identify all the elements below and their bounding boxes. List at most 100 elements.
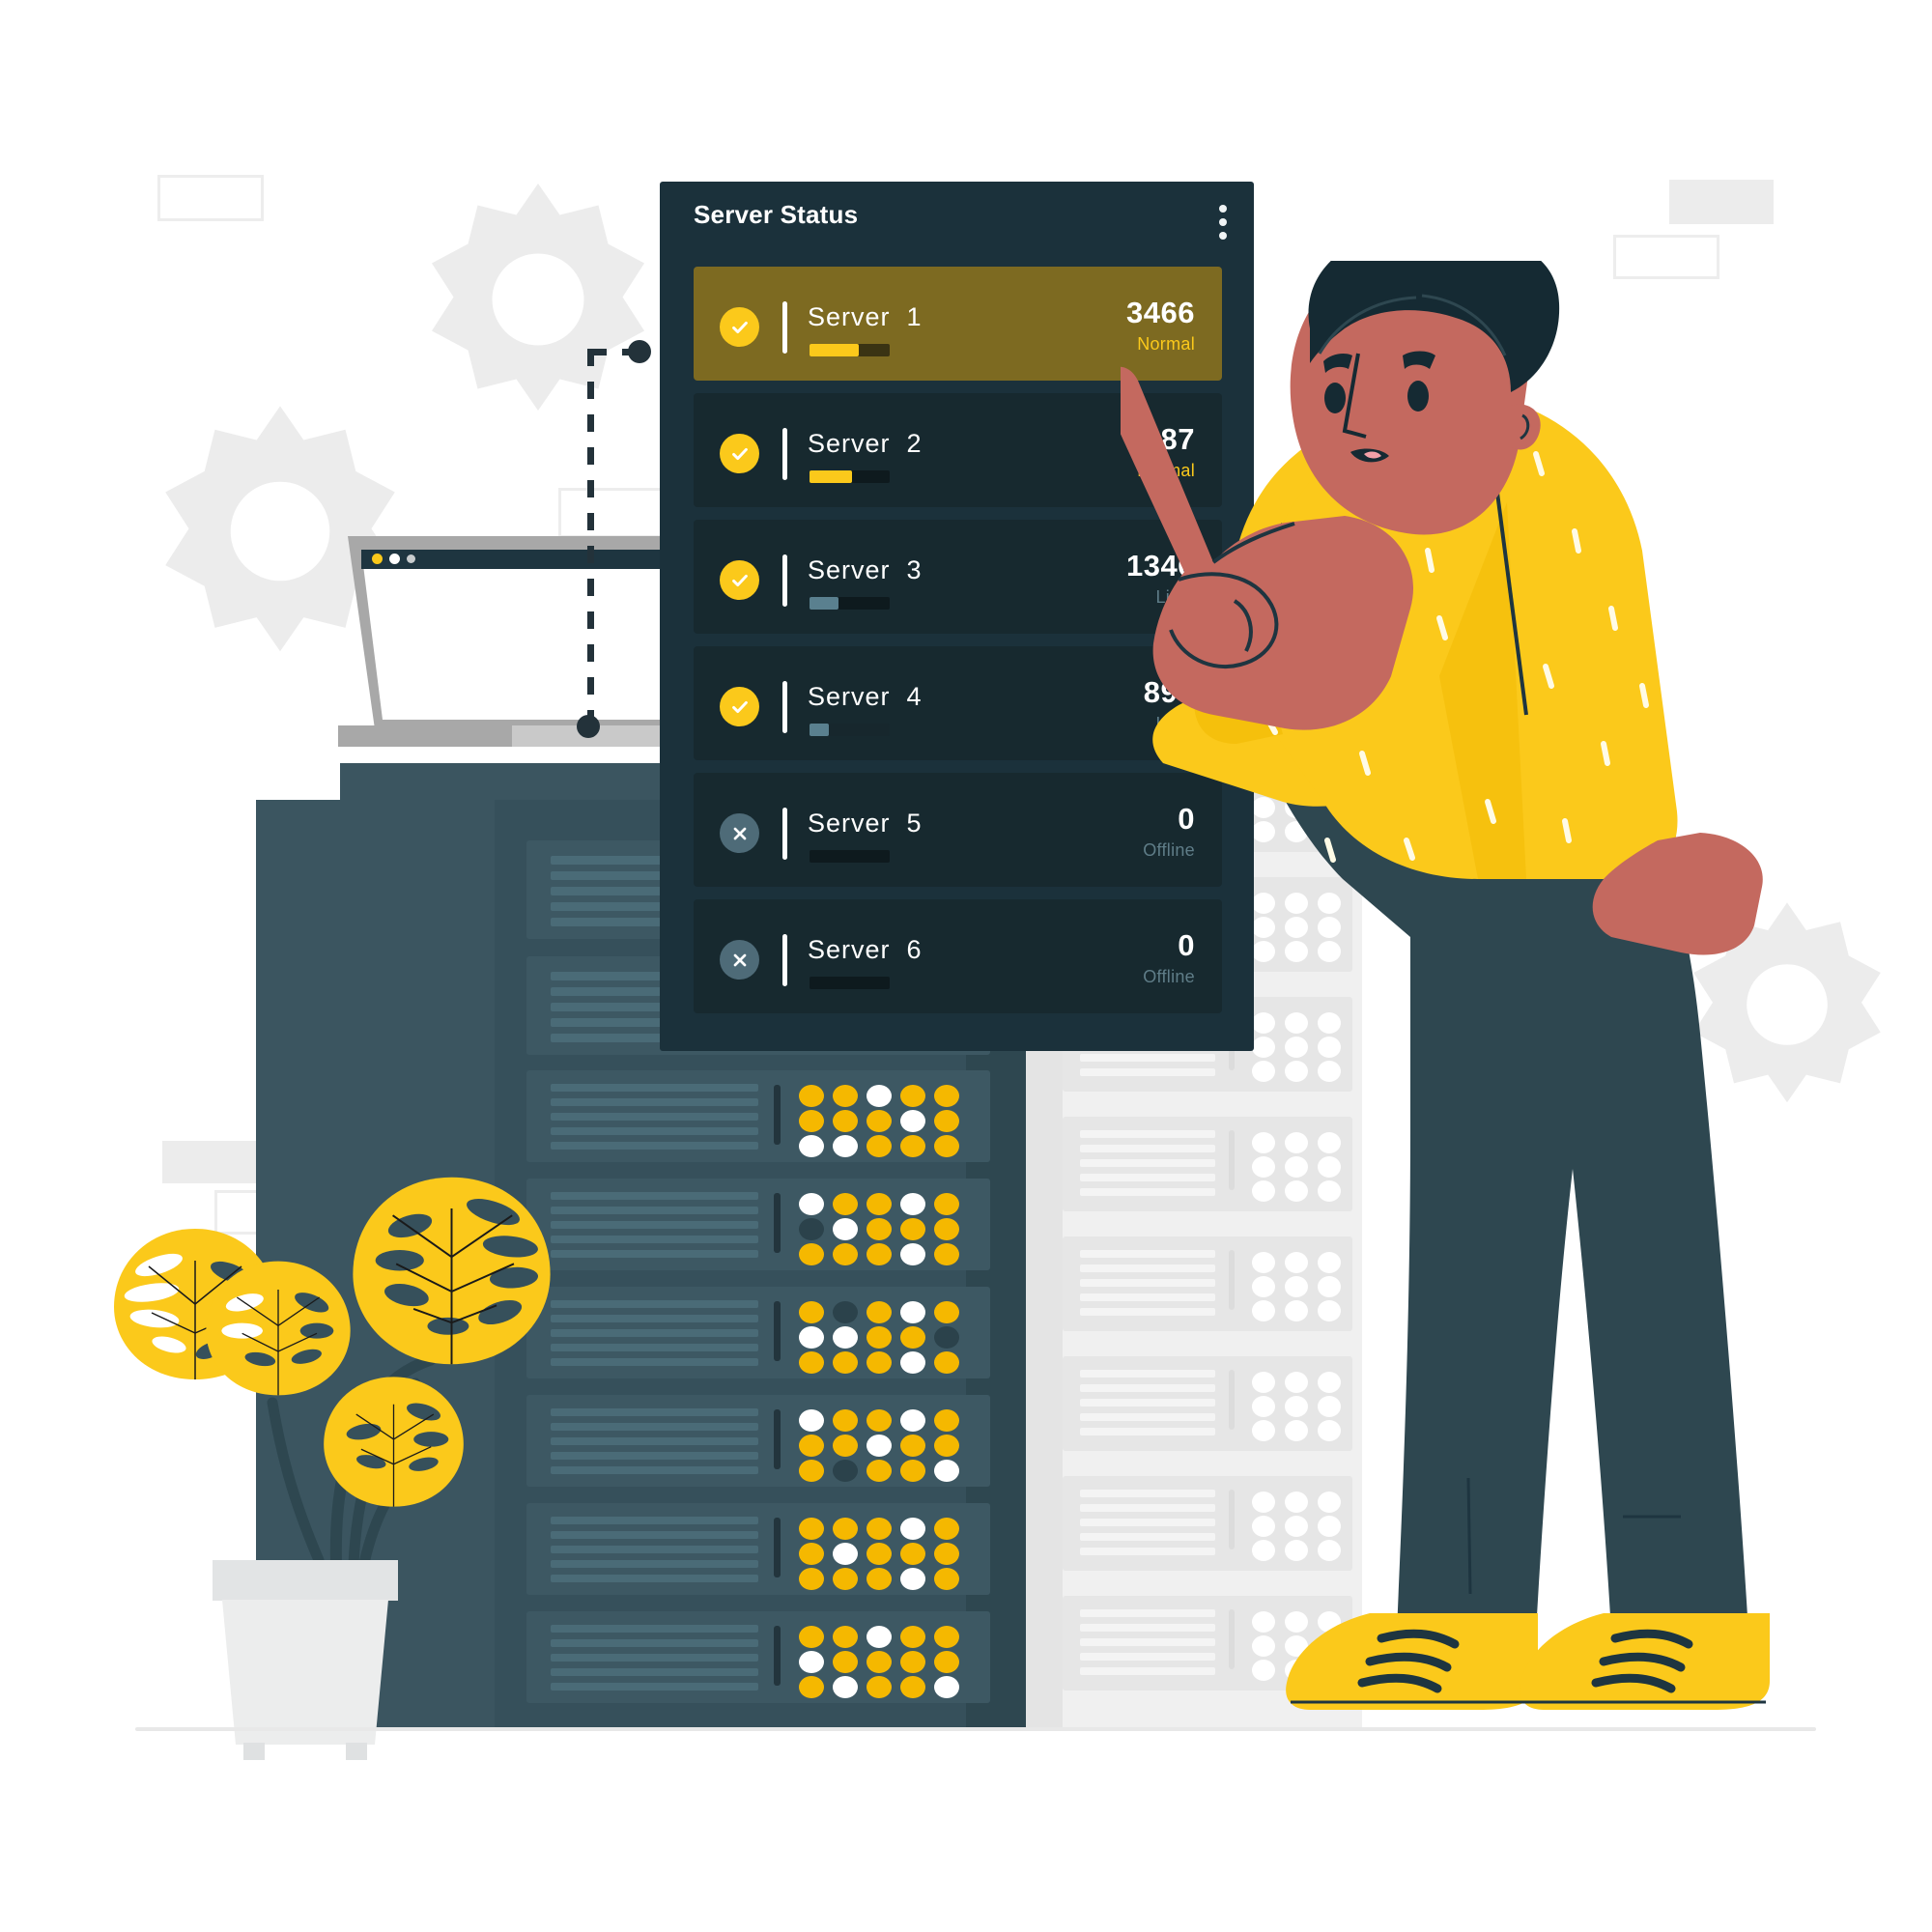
rack-led — [833, 1568, 858, 1590]
rack-led — [867, 1435, 892, 1457]
rack-led — [867, 1193, 892, 1215]
rack-led — [900, 1085, 925, 1107]
rack-led — [833, 1543, 858, 1565]
rack-led — [900, 1676, 925, 1698]
rack-divider — [774, 1193, 781, 1253]
rack-led — [900, 1193, 925, 1215]
rack-led — [867, 1676, 892, 1698]
rack-led — [934, 1460, 959, 1482]
rack-led — [934, 1110, 959, 1132]
row-divider — [782, 428, 787, 480]
rack-divider — [774, 1518, 781, 1577]
rack-led — [799, 1626, 824, 1648]
rack-led — [833, 1135, 858, 1157]
illustration-canvas: Server Status Server 1 3466 Normal Server 2… — [0, 0, 1932, 1932]
rack-led — [799, 1651, 824, 1673]
rack-led — [867, 1518, 892, 1540]
check-icon — [720, 434, 759, 473]
rack-led — [934, 1651, 959, 1673]
rack-led — [799, 1301, 824, 1323]
rack-divider — [774, 1301, 781, 1361]
rack-led — [900, 1651, 925, 1673]
deco-box-top-right — [1669, 180, 1774, 224]
laptop-window-dot-grey — [407, 554, 415, 563]
rack-led — [867, 1301, 892, 1323]
rack-led — [833, 1243, 858, 1265]
rack-led — [799, 1110, 824, 1132]
rack-led — [799, 1218, 824, 1240]
plant-pot-foot-left — [243, 1743, 265, 1760]
rack-led — [900, 1110, 925, 1132]
row-divider — [782, 808, 787, 860]
rack-led — [900, 1518, 925, 1540]
rack-led — [799, 1326, 824, 1349]
check-icon — [720, 687, 759, 726]
cross-icon — [720, 940, 759, 980]
rack-led — [799, 1568, 824, 1590]
rack-led — [934, 1135, 959, 1157]
server-name-label: Server 2 — [808, 429, 923, 458]
rack-vent — [551, 1142, 758, 1150]
rack-led — [934, 1435, 959, 1457]
row-divider — [782, 554, 787, 607]
rack-led — [799, 1351, 824, 1374]
rack-divider — [774, 1626, 781, 1686]
rack-led — [867, 1626, 892, 1648]
rack-led — [833, 1409, 858, 1432]
load-bar-track — [810, 344, 890, 356]
rack-led — [934, 1301, 959, 1323]
rack-divider — [774, 1409, 781, 1469]
connector-dot-bottom — [577, 715, 600, 738]
rack-led — [833, 1218, 858, 1240]
rack-led — [833, 1085, 858, 1107]
load-bar-track — [810, 470, 890, 483]
rack-led — [799, 1676, 824, 1698]
server-name-label: Server 1 — [808, 302, 923, 331]
rack-led — [934, 1676, 959, 1698]
rack-led — [867, 1218, 892, 1240]
rack-led — [867, 1243, 892, 1265]
rack-led — [799, 1085, 824, 1107]
server-name-label: Server 6 — [808, 935, 923, 964]
rack-led — [833, 1193, 858, 1215]
rack-led — [799, 1543, 824, 1565]
rack-led — [833, 1110, 858, 1132]
rack-led — [934, 1218, 959, 1240]
connector-line-horizontal — [589, 349, 639, 355]
rack-led — [867, 1351, 892, 1374]
rack-led — [867, 1135, 892, 1157]
rack-led — [867, 1110, 892, 1132]
rack-led — [900, 1543, 925, 1565]
rack-led — [833, 1301, 858, 1323]
rack-led — [833, 1626, 858, 1648]
rack-led — [934, 1326, 959, 1349]
rack-led — [934, 1085, 959, 1107]
server-name-label: Server 4 — [808, 682, 923, 711]
rack-led — [900, 1409, 925, 1432]
load-bar-fill — [810, 344, 860, 356]
rack-led — [934, 1626, 959, 1648]
rack-led — [900, 1301, 925, 1323]
rack-vent — [551, 1098, 758, 1106]
load-bar-track — [810, 597, 890, 610]
plant-pot-rim — [213, 1560, 398, 1601]
server-name-label: Server 3 — [808, 555, 923, 584]
rack-led — [934, 1243, 959, 1265]
kebab-menu-icon[interactable] — [1219, 205, 1227, 240]
load-bar-fill — [810, 597, 838, 610]
rack-led — [799, 1518, 824, 1540]
rack-led — [867, 1326, 892, 1349]
rack-led — [934, 1518, 959, 1540]
laptop-base-front — [338, 725, 512, 747]
rack-led — [900, 1243, 925, 1265]
cross-icon — [720, 813, 759, 853]
rack-led — [833, 1651, 858, 1673]
rack-led — [867, 1409, 892, 1432]
monstera-plant — [114, 1159, 609, 1760]
plant-leaf-lower-right — [324, 1377, 464, 1507]
rack-led — [900, 1626, 925, 1648]
rack-vent — [551, 1127, 758, 1135]
rack-led — [833, 1326, 858, 1349]
rack-led — [833, 1435, 858, 1457]
plant-leaf-top-right — [353, 1177, 551, 1365]
